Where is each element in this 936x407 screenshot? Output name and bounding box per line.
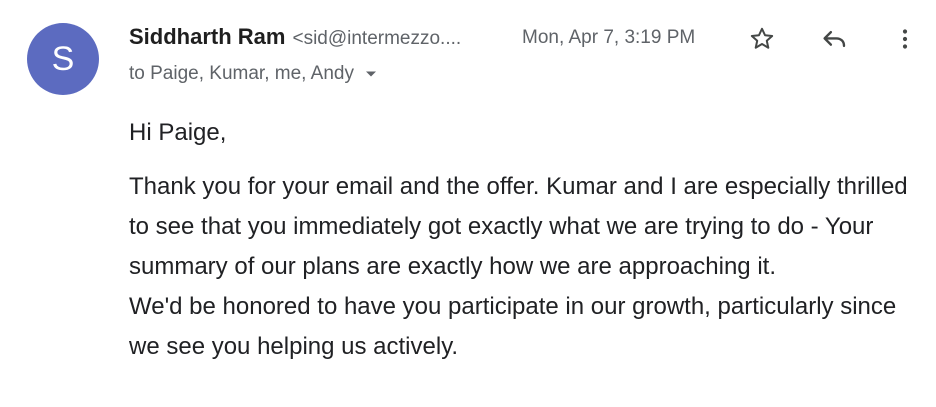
- avatar-initial: S: [51, 39, 75, 78]
- message-timestamp: Mon, Apr 7, 3:19 PM: [522, 27, 696, 48]
- sender-name[interactable]: Siddharth Ram: [129, 24, 285, 50]
- sender-email[interactable]: <sid@intermezzo....: [292, 28, 461, 50]
- body-paragraph-1: Thank you for your email and the offer. …: [129, 173, 908, 280]
- star-button[interactable]: [742, 19, 782, 59]
- message-body: Hi Paige, Thank you for your email and t…: [129, 113, 929, 367]
- more-vertical-icon: [902, 29, 908, 49]
- more-options-button[interactable]: [885, 19, 925, 59]
- greeting: Hi Paige,: [129, 119, 227, 146]
- caret-down-icon: [365, 71, 376, 77]
- recipients-line: to Paige, Kumar, me, Andy: [129, 63, 378, 85]
- recipients-details-toggle[interactable]: [364, 69, 378, 79]
- sender-line: Siddharth Ram <sid@intermezzo....: [129, 24, 461, 56]
- body-paragraph-2: We'd be honored to have you participate …: [129, 293, 897, 360]
- reply-button[interactable]: [814, 19, 854, 59]
- recipients-text: to Paige, Kumar, me, Andy: [129, 63, 354, 84]
- sender-avatar[interactable]: S: [27, 23, 99, 95]
- reply-icon: [823, 30, 846, 48]
- star-icon: [750, 27, 774, 49]
